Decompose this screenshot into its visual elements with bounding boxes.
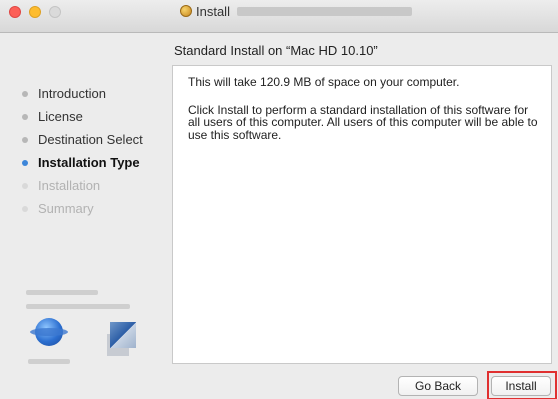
step-label: Introduction (38, 86, 106, 101)
step-bullet-current (22, 159, 28, 166)
step-label: Installation Type (38, 155, 140, 170)
window-title-text: Install (196, 3, 230, 19)
redacted-text (26, 290, 98, 295)
page-title: Standard Install on “Mac HD 10.10” (174, 43, 378, 58)
step-destination-select: Destination Select (22, 128, 143, 151)
content-panel: This will take 120.9 MB of space on your… (172, 65, 552, 364)
step-bullet (22, 205, 28, 212)
minimize-button[interactable] (29, 6, 41, 18)
step-bullet (22, 113, 28, 120)
step-label: Installation (38, 178, 101, 193)
redacted-text (26, 304, 130, 309)
redacted-title (236, 6, 412, 16)
step-introduction: Introduction (22, 82, 143, 105)
install-button[interactable]: Install (491, 376, 551, 396)
step-label: Destination Select (38, 132, 143, 147)
space-required-text: This will take 120.9 MB of space on your… (188, 75, 460, 89)
step-license: License (22, 105, 143, 128)
window-title: Install (180, 3, 412, 19)
globe-logo-icon (30, 318, 68, 346)
redacted-text (28, 359, 70, 364)
step-installation-type: Installation Type (22, 151, 143, 174)
installer-window: Install Standard Install on “Mac HD 10.1… (0, 0, 558, 399)
step-installation: Installation (22, 174, 143, 197)
step-label: License (38, 109, 83, 124)
installer-package-icon (180, 5, 192, 17)
step-bullet (22, 90, 28, 97)
step-bullet (22, 182, 28, 189)
title-bar[interactable]: Install (0, 0, 558, 33)
blue-box-logo-icon (110, 322, 136, 348)
zoom-button[interactable] (49, 6, 61, 18)
step-bullet (22, 136, 28, 143)
install-description-text: Click Install to perform a standard inst… (188, 102, 538, 142)
step-summary: Summary (22, 197, 143, 220)
step-label: Summary (38, 201, 94, 216)
step-list: Introduction License Destination Select … (22, 82, 143, 220)
close-button[interactable] (9, 6, 21, 18)
go-back-button[interactable]: Go Back (398, 376, 478, 396)
